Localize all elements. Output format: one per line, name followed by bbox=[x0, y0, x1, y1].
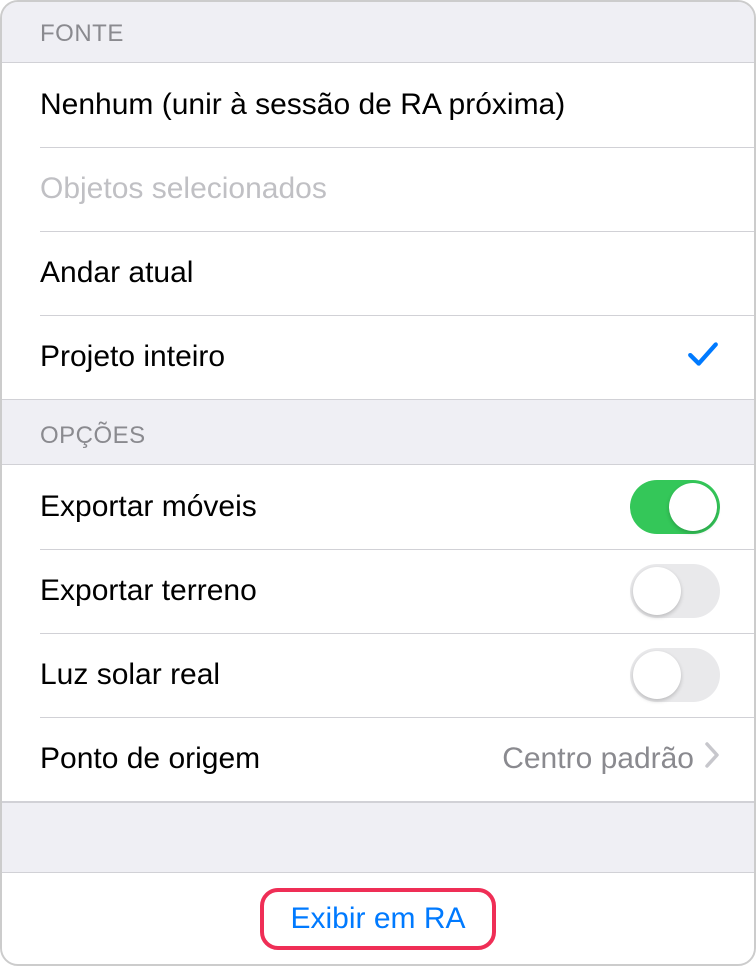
action-row: Exibir em RA bbox=[2, 872, 754, 964]
checkmark-icon bbox=[686, 337, 720, 378]
section-header-opcoes: Opções bbox=[2, 400, 754, 464]
option-label: Ponto de origem bbox=[40, 742, 502, 776]
view-in-ar-button[interactable]: Exibir em RA bbox=[260, 888, 495, 950]
fonte-option-none[interactable]: Nenhum (unir à sessão de RA próxima) bbox=[2, 63, 754, 147]
fonte-option-label: Nenhum (unir à sessão de RA próxima) bbox=[40, 88, 720, 122]
switch-real-sunlight[interactable] bbox=[630, 648, 720, 702]
option-label: Exportar terreno bbox=[40, 574, 630, 608]
switch-export-furniture[interactable] bbox=[630, 480, 720, 534]
chevron-right-icon bbox=[704, 741, 720, 777]
option-export-furniture: Exportar móveis bbox=[2, 465, 754, 549]
group-opcoes: Exportar móveis Exportar terreno Luz sol… bbox=[2, 464, 754, 802]
fonte-option-selected-objects: Objetos selecionados bbox=[2, 147, 754, 231]
option-real-sunlight: Luz solar real bbox=[2, 633, 754, 717]
group-fonte: Nenhum (unir à sessão de RA próxima) Obj… bbox=[2, 62, 754, 400]
fonte-option-current-floor[interactable]: Andar atual bbox=[2, 231, 754, 315]
option-detail-value: Centro padrão bbox=[502, 742, 694, 776]
fonte-option-label: Andar atual bbox=[40, 256, 720, 290]
spacer bbox=[2, 802, 754, 872]
option-label: Luz solar real bbox=[40, 658, 630, 692]
section-header-fonte: Fonte bbox=[2, 2, 754, 62]
fonte-option-entire-project[interactable]: Projeto inteiro bbox=[2, 315, 754, 399]
switch-export-terrain[interactable] bbox=[630, 564, 720, 618]
fonte-option-label: Objetos selecionados bbox=[40, 172, 720, 206]
option-export-terrain: Exportar terreno bbox=[2, 549, 754, 633]
settings-panel: Fonte Nenhum (unir à sessão de RA próxim… bbox=[0, 0, 756, 966]
option-origin-point[interactable]: Ponto de origem Centro padrão bbox=[2, 717, 754, 801]
fonte-option-label: Projeto inteiro bbox=[40, 340, 686, 374]
option-label: Exportar móveis bbox=[40, 490, 630, 524]
